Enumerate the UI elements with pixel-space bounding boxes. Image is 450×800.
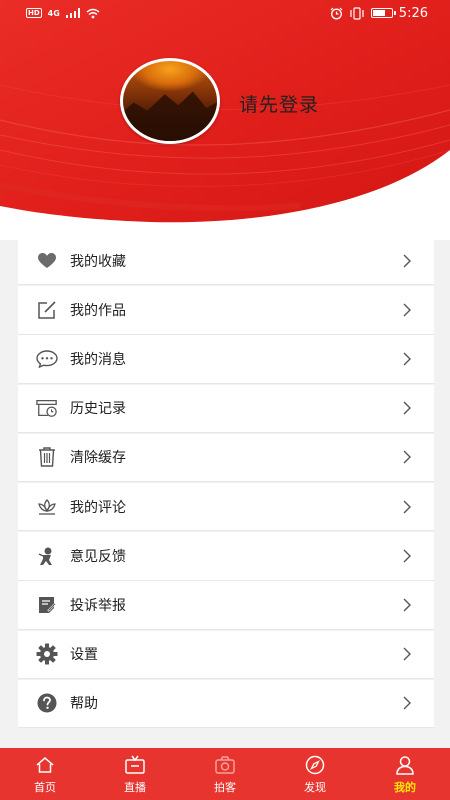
vibrate-icon: [350, 6, 364, 20]
edit-icon: [36, 299, 58, 321]
chevron-right-icon: [403, 303, 411, 317]
chevron-right-icon: [403, 401, 411, 415]
menu-item-works[interactable]: 我的作品: [18, 286, 434, 334]
menu-item-messages[interactable]: 我的消息: [18, 335, 434, 383]
chevron-right-icon: [403, 598, 411, 612]
tab-home[interactable]: 首页: [0, 754, 90, 795]
chevron-right-icon: [403, 450, 411, 464]
menu-item-label: 我的收藏: [70, 253, 126, 270]
menu-item-favorites[interactable]: 我的收藏: [18, 237, 434, 285]
menu-item-label: 意见反馈: [70, 548, 126, 565]
gear-icon: [36, 643, 58, 665]
status-time: 5:26: [398, 5, 428, 21]
tab-label: 直播: [124, 780, 146, 794]
header-wave-background: [0, 0, 450, 223]
chevron-right-icon: [403, 647, 411, 661]
tab-label: 拍客: [214, 780, 236, 794]
chevron-right-icon: [403, 549, 411, 563]
chevron-right-icon: [403, 500, 411, 514]
tab-discover[interactable]: 发现: [270, 754, 360, 795]
tab-camera[interactable]: 拍客: [180, 754, 270, 795]
chevron-right-icon: [403, 254, 411, 268]
tab-mine[interactable]: 我的: [360, 754, 450, 795]
wifi-icon: [86, 8, 100, 18]
signal-icon: [65, 8, 80, 18]
menu-item-feedback[interactable]: 意见反馈: [18, 532, 434, 580]
menu-item-label: 设置: [70, 647, 98, 664]
menu-item-clear-cache[interactable]: 清除缓存: [18, 433, 434, 482]
menu-item-settings[interactable]: 设置: [18, 630, 434, 678]
menu-list: 我的收藏 我的作品 我的消息 历史记录 清除缓存 我的评论 意见反馈 投诉举报 …: [18, 237, 434, 729]
camera-icon: [215, 755, 235, 774]
chevron-right-icon: [403, 352, 411, 366]
menu-item-help[interactable]: 帮助: [18, 679, 434, 728]
lotus-icon: [36, 496, 58, 518]
menu-item-label: 清除缓存: [70, 450, 126, 467]
alarm-icon: [330, 7, 343, 19]
status-bar: HD 4G 5:26: [0, 0, 450, 26]
compass-icon: [305, 755, 325, 774]
tab-label: 我的: [394, 780, 416, 794]
history-icon: [36, 397, 58, 419]
menu-item-comments[interactable]: 我的评论: [18, 482, 434, 531]
message-icon: [36, 348, 58, 370]
login-prompt[interactable]: 请先登录: [239, 90, 319, 117]
user-icon: [396, 755, 414, 775]
menu-item-label: 我的作品: [70, 302, 126, 319]
heart-icon: [36, 250, 58, 272]
profile-header: [0, 0, 450, 240]
feedback-icon: [36, 545, 58, 567]
bottom-tab-bar: 首页 直播 拍客 发现 我的: [0, 748, 450, 800]
tv-icon: [125, 755, 145, 774]
avatar[interactable]: [120, 58, 220, 144]
report-icon: [36, 594, 58, 616]
tab-label: 发现: [304, 780, 326, 794]
help-icon: [36, 692, 58, 714]
tab-label: 首页: [34, 780, 56, 794]
menu-item-label: 投诉举报: [70, 598, 126, 614]
menu-item-label: 我的评论: [70, 499, 126, 516]
hd-badge: HD: [26, 8, 42, 18]
chevron-right-icon: [403, 696, 411, 710]
trash-icon: [36, 446, 58, 468]
battery-icon: [370, 8, 396, 18]
menu-item-report[interactable]: 投诉举报: [18, 581, 434, 629]
menu-item-label: 帮助: [70, 696, 98, 713]
home-icon: [36, 756, 54, 773]
menu-item-label: 历史记录: [70, 401, 126, 418]
tab-live[interactable]: 直播: [90, 754, 180, 795]
menu-item-label: 我的消息: [70, 352, 126, 369]
menu-item-history[interactable]: 历史记录: [18, 384, 434, 432]
network-type: 4G: [47, 8, 60, 18]
